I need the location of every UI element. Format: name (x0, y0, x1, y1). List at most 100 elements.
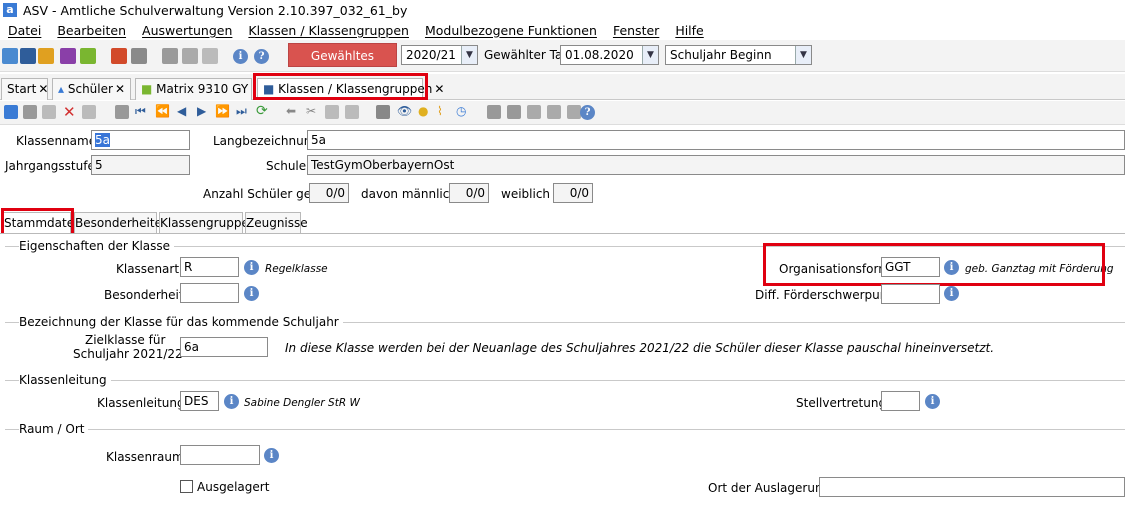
broom-icon[interactable]: ⌇ (437, 104, 443, 118)
ort-input[interactable] (819, 477, 1125, 497)
window-title: ASV - Amtliche Schulverwaltung Version 2… (23, 2, 408, 18)
lightning-icon[interactable] (202, 48, 218, 64)
tab-start[interactable]: Start ✕ (1, 78, 48, 100)
ausgelagert-checkbox[interactable] (180, 480, 193, 493)
besonderheit-input[interactable] (180, 283, 239, 303)
close-icon[interactable]: ✕ (115, 82, 125, 96)
copy-icon[interactable] (82, 105, 96, 119)
app-icon: a (3, 3, 17, 17)
help-icon[interactable]: ? (254, 49, 269, 64)
info-icon[interactable]: i (944, 260, 959, 275)
besonderheit-label: Besonderheit (104, 288, 184, 302)
klassenname-input[interactable]: 5a (91, 130, 190, 150)
students-icon[interactable] (2, 48, 18, 64)
paste-icon[interactable] (325, 105, 339, 119)
info-icon[interactable]: i (224, 394, 239, 409)
new-icon[interactable] (4, 105, 18, 119)
subtab-zeugnisse[interactable]: Zeugnisse (245, 212, 308, 234)
section-klassenleitung: Klassenleitung (19, 373, 111, 387)
klassenleitung-note: Sabine Dengler StR W (244, 397, 360, 409)
info-icon[interactable]: i (925, 394, 940, 409)
back-icon[interactable]: ◀ (177, 104, 186, 118)
close-icon[interactable]: ✕ (434, 82, 444, 96)
link-icon[interactable] (547, 105, 561, 119)
save-icon[interactable] (23, 105, 37, 119)
info-icon[interactable]: i (244, 286, 259, 301)
class-icon[interactable] (20, 48, 36, 64)
langbezeichnung-input[interactable]: 5a (307, 130, 1125, 150)
tab-schueler[interactable]: ▴ Schüler ✕ (52, 78, 131, 100)
comment-icon[interactable] (567, 105, 581, 119)
langbezeichnung-label: Langbezeichnung (213, 134, 319, 148)
person-icon[interactable] (487, 105, 501, 119)
tab-label: Start (7, 82, 37, 96)
section-raum: Raum / Ort (19, 422, 89, 436)
tag-select[interactable]: 01.08.2020 ▼ (560, 45, 659, 65)
menu-datei[interactable]: Datei (0, 23, 49, 38)
forward-icon[interactable]: ▶ (197, 104, 206, 118)
gear-icon[interactable] (182, 48, 198, 64)
klassenleitung-input[interactable]: DES (180, 391, 219, 411)
info-icon[interactable]: i (944, 286, 959, 301)
stellvertretung-label: Stellvertretung (796, 396, 887, 410)
info-icon[interactable]: i (264, 448, 279, 463)
group-icon[interactable] (38, 48, 54, 64)
clipboard-icon[interactable] (345, 105, 359, 119)
zielklasse-note: In diese Klasse werden bei der Neuanlage… (285, 341, 995, 355)
stellvertretung-input[interactable] (881, 391, 920, 411)
menu-klassen[interactable]: Klassen / Klassengruppen (240, 23, 417, 38)
clock-icon[interactable]: ◷ (456, 104, 466, 118)
menu-bearbeiten[interactable]: Bearbeiten (49, 23, 134, 38)
klassenart-note: Regelklasse (265, 263, 328, 275)
zielklasse-input[interactable]: 6a (180, 337, 268, 357)
menu-bar: Datei Bearbeiten Auswertungen Klassen / … (0, 20, 1125, 40)
klassenart-input[interactable]: R (180, 257, 239, 277)
last-record-icon[interactable]: ⏭ (236, 104, 247, 119)
list-icon[interactable] (115, 105, 129, 119)
cut-icon[interactable]: ✂ (306, 104, 316, 118)
copy-icon[interactable] (162, 48, 178, 64)
subtab-klassengruppen[interactable]: Klassengruppen (159, 212, 256, 234)
matrix-icon[interactable] (80, 48, 96, 64)
info-icon[interactable]: i (244, 260, 259, 275)
tab-klassen[interactable]: ■ Klassen / Klassengruppen ✕ (257, 78, 444, 100)
anzahl-field: 0/0 (309, 183, 349, 203)
eye-icon[interactable]: 👁 (397, 104, 412, 118)
tab-matrix[interactable]: ■ Matrix 9310 GY (135, 78, 252, 100)
menu-modulbezogene-funktionen[interactable]: Modulbezogene Funktionen (417, 23, 605, 38)
refresh-icon[interactable]: ⟳ (256, 103, 268, 119)
schuljahr-button[interactable]: Gewähltes Schuljahr (288, 43, 397, 87)
orgform-input[interactable]: GGT (881, 257, 940, 277)
lightbulb-icon[interactable]: ● (418, 104, 428, 118)
delete-icon[interactable]: ✕ (63, 103, 76, 121)
weiblich-field: 0/0 (553, 183, 593, 203)
fast-forward-icon[interactable]: ⏩ (215, 104, 230, 118)
class-icon: ■ (263, 82, 275, 96)
subtab-stammdaten[interactable]: Stammdaten (3, 212, 82, 234)
undo-icon[interactable] (42, 105, 56, 119)
schuljahr-select[interactable]: 2020/21 ▼ (401, 45, 478, 65)
first-record-icon[interactable]: ⏮ (135, 104, 146, 119)
menu-fenster[interactable]: Fenster (605, 23, 667, 38)
persons-icon[interactable] (507, 105, 521, 119)
chart-icon[interactable] (527, 105, 541, 119)
schule-label: Schule (266, 159, 307, 173)
book-icon[interactable] (111, 48, 127, 64)
arrow-left-icon[interactable]: ⬅ (286, 104, 296, 118)
board-icon[interactable] (60, 48, 76, 64)
info-icon[interactable]: i (233, 49, 248, 64)
close-icon[interactable]: ✕ (38, 82, 48, 96)
klassenraum-input[interactable] (180, 445, 260, 465)
fast-back-icon[interactable]: ⏪ (155, 104, 170, 118)
jahrgangsstufe-label: Jahrgangsstufe (5, 159, 95, 173)
menu-auswertungen[interactable]: Auswertungen (134, 23, 240, 38)
period-select[interactable]: Schuljahr Beginn ▼ (665, 45, 812, 65)
foerder-input[interactable] (881, 284, 940, 304)
calculator-icon[interactable] (131, 48, 147, 64)
jahrgangsstufe-field: 5 (91, 155, 190, 175)
print-icon[interactable] (376, 105, 390, 119)
menu-hilfe[interactable]: Hilfe (667, 23, 711, 38)
subtab-besonderheiten[interactable]: Besonderheiten (74, 212, 170, 234)
tab-label: Schüler (67, 82, 113, 96)
help-icon[interactable]: ? (580, 105, 595, 120)
